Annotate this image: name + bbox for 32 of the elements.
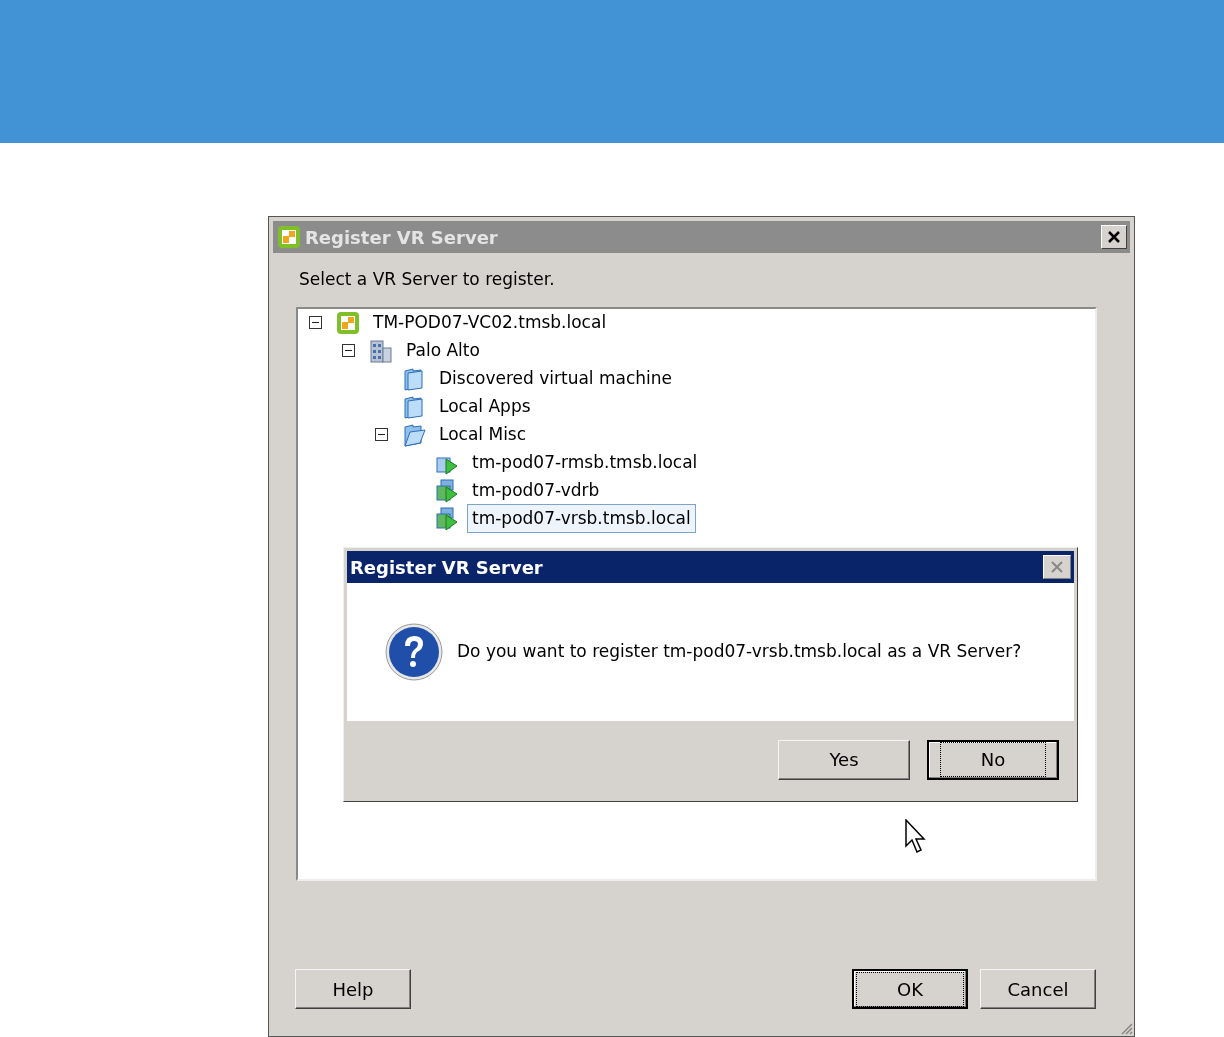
tree-item[interactable]: Discovered virtual machine: [434, 363, 678, 394]
dialog-button[interactable]: OK: [852, 969, 968, 1009]
dialog-button[interactable]: Yes: [778, 739, 910, 780]
close-button[interactable]: [1101, 225, 1127, 249]
close-icon: [1050, 560, 1064, 574]
dialog-button[interactable]: Cancel: [980, 969, 1096, 1009]
collapse-toggle[interactable]: [374, 428, 388, 441]
confirm-title: Register VR Server: [350, 555, 543, 580]
close-icon: [1107, 230, 1121, 244]
resize-grip-icon: [1119, 1021, 1133, 1035]
dialog-button[interactable]: No: [927, 739, 1059, 780]
tree-item[interactable]: tm-pod07-vrsb.tmsb.local: [467, 503, 696, 534]
tree-item[interactable]: tm-pod07-rmsb.tmsb.local: [467, 447, 703, 478]
mouse-cursor-icon: [905, 819, 927, 855]
window-title: Register VR Server: [305, 225, 498, 250]
instruction-text: Select a VR Server to register.: [299, 268, 556, 291]
question-icon: [385, 623, 443, 681]
tree-item[interactable]: Local Misc: [434, 419, 532, 450]
vm-icon: [434, 505, 460, 532]
tree-item[interactable]: Palo Alto: [401, 335, 485, 366]
app-icon: [276, 224, 302, 250]
dialog-button[interactable]: Help: [295, 969, 411, 1009]
collapse-toggle[interactable]: [341, 344, 355, 357]
vm-icon: [434, 477, 460, 504]
building-icon: [368, 337, 394, 364]
open-folder-icon: [401, 421, 427, 448]
confirm-message: Do you want to register tm-pod07-vrsb.tmsb.local as a VR Server?: [457, 640, 1022, 664]
tree-item[interactable]: Local Apps: [434, 391, 536, 422]
collapse-toggle[interactable]: [308, 316, 322, 329]
tree-item[interactable]: TM-POD07-VC02.tmsb.local: [368, 308, 612, 338]
tree-item[interactable]: tm-pod07-vdrb: [467, 475, 605, 506]
vcenter-icon: [335, 309, 361, 336]
